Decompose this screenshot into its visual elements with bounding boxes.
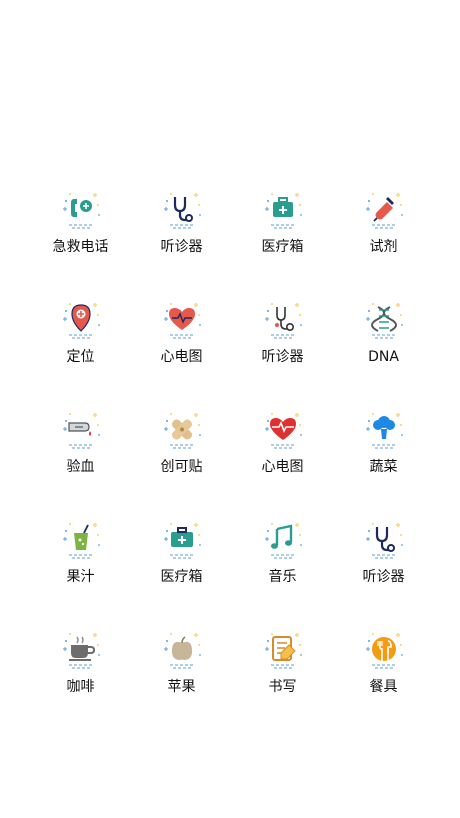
grid-item-medical-box[interactable]: 医疗箱 (131, 515, 232, 625)
emergency-phone-icon (57, 185, 105, 233)
grid-item-heart-pulse[interactable]: 心电图 (232, 405, 333, 515)
apple-icon (158, 625, 206, 673)
heart-pulse-icon (259, 405, 307, 453)
grid-item-vegetable[interactable]: 蔬菜 (333, 405, 434, 515)
grid-item-label: 试剂 (369, 239, 398, 255)
grid-item-label: 蔬菜 (369, 459, 398, 475)
grid-item-juice[interactable]: 果汁 (30, 515, 131, 625)
medical-kit-icon (259, 185, 307, 233)
icon-grid: 急救电话 听诊器 医疗箱 试剂 定位 心电图 听诊器 DNA 验血 创可贴 心电… (30, 185, 434, 735)
grid-item-reagent[interactable]: 试剂 (333, 185, 434, 295)
coffee-cup-icon (57, 625, 105, 673)
grid-item-label: 书写 (268, 679, 297, 695)
stethoscope-icon (360, 515, 408, 563)
location-pin-icon (57, 295, 105, 343)
grid-item-label: 心电图 (261, 459, 304, 475)
grid-item-label: 听诊器 (261, 349, 304, 365)
grid-item-label: 咖啡 (66, 679, 95, 695)
juice-icon (57, 515, 105, 563)
grid-item-stethoscope-2[interactable]: 听诊器 (232, 295, 333, 405)
stethoscope-icon (158, 185, 206, 233)
grid-item-bandage[interactable]: 创可贴 (131, 405, 232, 515)
grid-item-label: 餐具 (369, 679, 398, 695)
medical-box-icon (158, 515, 206, 563)
stethoscope-outline-icon (259, 295, 307, 343)
grid-item-label: 心电图 (160, 349, 203, 365)
grid-item-label: 创可贴 (160, 459, 203, 475)
grid-item-coffee[interactable]: 咖啡 (30, 625, 131, 735)
grid-item-blood-test[interactable]: 验血 (30, 405, 131, 515)
grid-item-label: 定位 (66, 349, 95, 365)
grid-item-label: 医疗箱 (160, 569, 203, 585)
broccoli-icon (360, 405, 408, 453)
grid-item-label: 急救电话 (52, 239, 109, 255)
grid-item-dna[interactable]: DNA (333, 295, 434, 405)
grid-item-emergency-phone[interactable]: 急救电话 (30, 185, 131, 295)
reagent-dropper-icon (360, 185, 408, 233)
grid-item-location[interactable]: 定位 (30, 295, 131, 405)
grid-item-heart-ecg[interactable]: 心电图 (131, 295, 232, 405)
writing-notepad-icon (259, 625, 307, 673)
grid-item-label: 苹果 (167, 679, 196, 695)
grid-item-stethoscope[interactable]: 听诊器 (131, 185, 232, 295)
grid-item-label: 果汁 (66, 569, 95, 585)
grid-item-label: 音乐 (268, 569, 297, 585)
grid-item-label: 医疗箱 (261, 239, 304, 255)
grid-item-stethoscope-3[interactable]: 听诊器 (333, 515, 434, 625)
music-note-icon (259, 515, 307, 563)
blood-test-icon (57, 405, 105, 453)
heart-ecg-icon (158, 295, 206, 343)
grid-item-label: 听诊器 (160, 239, 203, 255)
grid-item-apple[interactable]: 苹果 (131, 625, 232, 735)
grid-item-medical-kit[interactable]: 医疗箱 (232, 185, 333, 295)
tableware-icon (360, 625, 408, 673)
grid-item-writing[interactable]: 书写 (232, 625, 333, 735)
grid-item-music[interactable]: 音乐 (232, 515, 333, 625)
bandage-icon (158, 405, 206, 453)
grid-item-label: DNA (368, 349, 399, 365)
grid-item-tableware[interactable]: 餐具 (333, 625, 434, 735)
grid-item-label: 验血 (66, 459, 95, 475)
grid-item-label: 听诊器 (362, 569, 405, 585)
dna-icon (360, 295, 408, 343)
